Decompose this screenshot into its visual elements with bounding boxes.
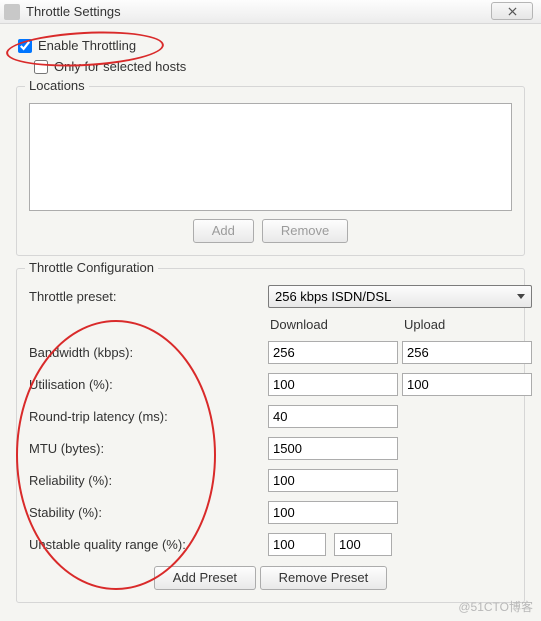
dialog-body: Enable Throttling Only for selected host… — [0, 24, 541, 613]
preset-select[interactable]: 256 kbps ISDN/DSL — [268, 285, 532, 308]
add-location-button[interactable]: Add — [193, 219, 254, 243]
locations-buttons: Add Remove — [29, 219, 512, 243]
mtu-label: MTU (bytes): — [29, 441, 264, 456]
locations-list[interactable] — [29, 103, 512, 211]
preset-label: Throttle preset: — [29, 289, 264, 304]
rtt-label: Round-trip latency (ms): — [29, 409, 264, 424]
remove-preset-button[interactable]: Remove Preset — [260, 566, 388, 590]
only-hosts-checkbox[interactable] — [34, 60, 48, 74]
unstable-max-input[interactable] — [334, 533, 392, 556]
stability-label: Stability (%): — [29, 505, 264, 520]
enable-throttling-row: Enable Throttling — [18, 38, 525, 53]
utilisation-download-input[interactable] — [268, 373, 398, 396]
preset-select-value: 256 kbps ISDN/DSL — [275, 289, 391, 304]
rtt-input[interactable] — [268, 405, 398, 428]
mtu-input[interactable] — [268, 437, 398, 460]
reliability-input[interactable] — [268, 469, 398, 492]
column-header-download: Download — [268, 317, 398, 332]
only-hosts-row: Only for selected hosts — [34, 59, 525, 74]
column-header-upload: Upload — [402, 317, 532, 332]
throttle-config-group: Throttle Configuration Throttle preset: … — [16, 268, 525, 603]
bandwidth-upload-input[interactable] — [402, 341, 532, 364]
close-icon — [508, 7, 517, 16]
throttle-config-title: Throttle Configuration — [25, 260, 158, 275]
app-icon — [4, 4, 20, 20]
utilisation-label: Utilisation (%): — [29, 377, 264, 392]
only-hosts-label[interactable]: Only for selected hosts — [54, 59, 186, 74]
window-title: Throttle Settings — [26, 4, 121, 19]
locations-group-title: Locations — [25, 78, 89, 93]
unstable-range-label: Unstable quality range (%): — [29, 537, 264, 552]
preset-buttons: Add Preset Remove Preset — [29, 566, 512, 590]
config-grid: Throttle preset: 256 kbps ISDN/DSL Downl… — [29, 285, 512, 556]
enable-throttling-checkbox[interactable] — [18, 39, 32, 53]
locations-group: Locations Add Remove — [16, 86, 525, 256]
enable-throttling-label[interactable]: Enable Throttling — [38, 38, 136, 53]
watermark: @51CTO博客 — [458, 598, 533, 615]
add-preset-button[interactable]: Add Preset — [154, 566, 256, 590]
unstable-min-input[interactable] — [268, 533, 326, 556]
close-button[interactable] — [491, 2, 533, 20]
titlebar: Throttle Settings — [0, 0, 541, 24]
reliability-label: Reliability (%): — [29, 473, 264, 488]
remove-location-button[interactable]: Remove — [262, 219, 348, 243]
bandwidth-download-input[interactable] — [268, 341, 398, 364]
stability-input[interactable] — [268, 501, 398, 524]
chevron-down-icon — [517, 294, 525, 299]
utilisation-upload-input[interactable] — [402, 373, 532, 396]
bandwidth-label: Bandwidth (kbps): — [29, 345, 264, 360]
